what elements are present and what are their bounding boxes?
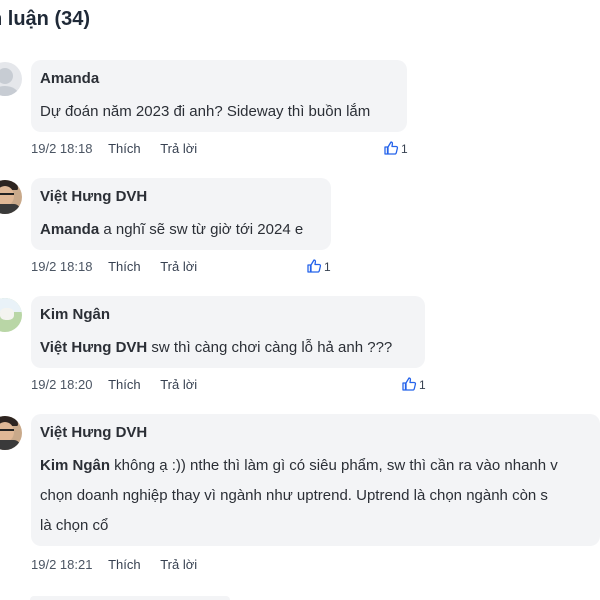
comment-author[interactable]: Kim Ngân — [40, 306, 415, 324]
avatar-icon[interactable] — [0, 180, 22, 214]
like-count-value: 1 — [419, 378, 426, 392]
like-count[interactable]: 1 — [306, 258, 331, 276]
thumbs-up-icon — [384, 141, 399, 155]
comment-timestamp: 19/2 18:18 — [31, 141, 93, 156]
default-avatar-icon[interactable] — [0, 62, 22, 96]
like-count-value: 1 — [401, 142, 408, 156]
comment-meta: 19/2 18:18 Thích Trả lời — [31, 258, 197, 276]
thumbs-up-icon — [307, 259, 322, 273]
comment-text: Kim Ngân không ạ :)) nthe thì làm gì có … — [40, 451, 590, 541]
like-button[interactable]: Thích — [108, 141, 141, 156]
like-button[interactable]: Thích — [108, 259, 141, 274]
reply-button[interactable]: Trả lời — [160, 557, 197, 572]
like-count[interactable]: 1 — [401, 376, 426, 394]
comment-bubble: Amanda Dự đoán năm 2023 đi anh? Sideway … — [31, 60, 407, 132]
comment-meta: 19/2 18:20 Thích Trả lời — [31, 376, 197, 394]
comment-text: Việt Hưng DVH sw thì càng chơi càng lỗ h… — [40, 333, 415, 363]
comment-line: là chọn cổ — [40, 517, 109, 534]
comment-meta: 19/2 18:21 Thích Trả lời — [31, 556, 197, 574]
next-comment-bubble — [30, 596, 230, 600]
comments-panel: h luận (34) Amanda Dự đoán năm 2023 đi a… — [0, 0, 600, 600]
comment-bubble: Việt Hưng DVH Kim Ngân không ạ :)) nthe … — [31, 414, 600, 546]
comment-text: Amanda a nghĩ sẽ sw từ giờ tới 2024 e — [40, 215, 321, 245]
comment-author[interactable]: Việt Hưng DVH — [40, 188, 321, 206]
comment-line: không ạ :)) nthe thì làm gì có siêu phẩm… — [110, 457, 558, 474]
like-count-value: 1 — [324, 260, 331, 274]
reply-button[interactable]: Trả lời — [160, 141, 197, 156]
reply-button[interactable]: Trả lời — [160, 377, 197, 392]
reply-button[interactable]: Trả lời — [160, 259, 197, 274]
comment-bubble: Việt Hưng DVH Amanda a nghĩ sẽ sw từ giờ… — [31, 178, 331, 250]
comment-line: a nghĩ sẽ sw từ giờ tới 2024 e — [99, 221, 304, 238]
comment-text: Dự đoán năm 2023 đi anh? Sideway thì buồ… — [40, 97, 397, 127]
comments-heading: h luận (34) — [0, 8, 91, 30]
comment-line: Dự đoán năm 2023 đi anh? Sideway thì buồ… — [40, 103, 371, 120]
comment-line: chọn doanh nghiệp thay vì ngành như uptr… — [40, 487, 548, 504]
comment-author[interactable]: Amanda — [40, 70, 397, 88]
comment-timestamp: 19/2 18:18 — [31, 259, 93, 274]
avatar-icon[interactable] — [0, 416, 22, 450]
mention-tag[interactable]: Kim Ngân — [40, 457, 110, 474]
comment-line: sw thì càng chơi càng lỗ hả anh ??? — [147, 339, 393, 356]
comment-timestamp: 19/2 18:21 — [31, 557, 93, 572]
mention-tag[interactable]: Việt Hưng DVH — [40, 339, 147, 356]
avatar-icon[interactable] — [0, 298, 22, 332]
thumbs-up-icon — [402, 377, 417, 391]
mention-tag[interactable]: Amanda — [40, 221, 99, 238]
like-count[interactable]: 1 — [383, 140, 408, 158]
like-button[interactable]: Thích — [108, 377, 141, 392]
comment-author[interactable]: Việt Hưng DVH — [40, 424, 590, 442]
comment-meta: 19/2 18:18 Thích Trả lời — [31, 140, 197, 158]
comment-bubble: Kim Ngân Việt Hưng DVH sw thì càng chơi … — [31, 296, 425, 368]
like-button[interactable]: Thích — [108, 557, 141, 572]
comment-timestamp: 19/2 18:20 — [31, 377, 93, 392]
